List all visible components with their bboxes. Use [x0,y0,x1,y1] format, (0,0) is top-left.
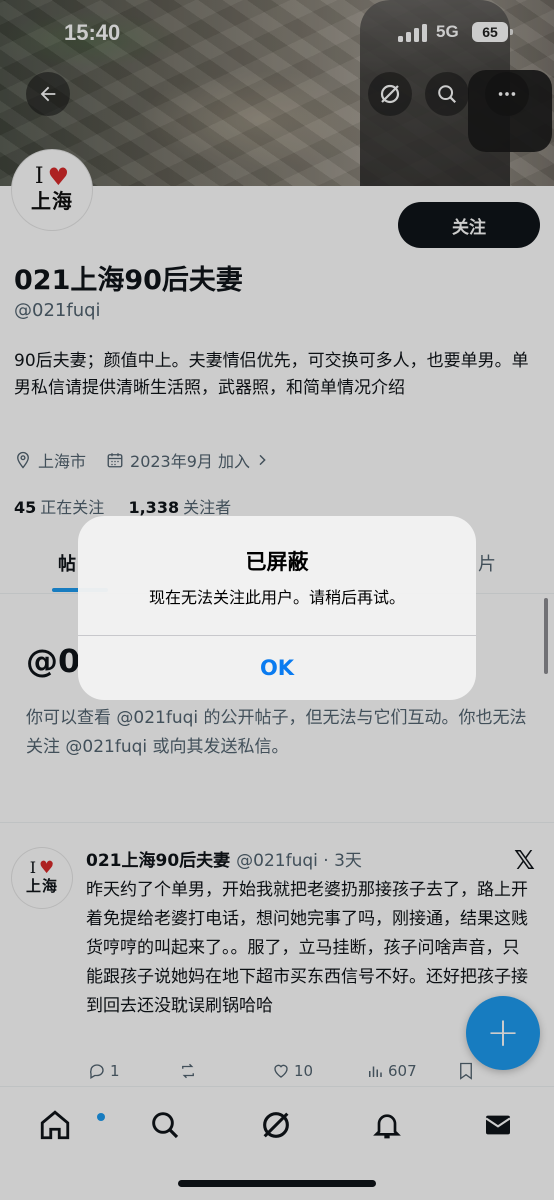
alert-title: 已屏蔽 [245,550,309,574]
blocked-alert: 已屏蔽 现在无法关注此用户。请稍后再试。 OK [78,516,476,700]
ok-button[interactable]: OK [78,636,476,700]
alert-message: 现在无法关注此用户。请稍后再试。 [148,588,405,607]
